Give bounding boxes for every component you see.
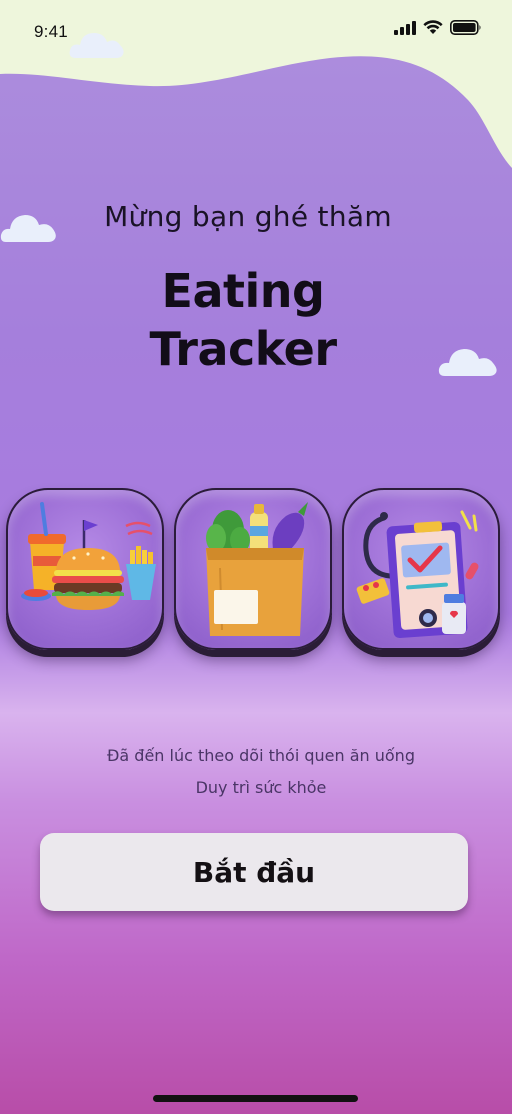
status-time: 9:41 (34, 22, 68, 41)
cloud-icon (69, 33, 124, 58)
app-title-line1: Eating (161, 264, 325, 318)
welcome-greeting: Mừng bạn ghé thăm (104, 200, 392, 233)
fast-food-tile (6, 488, 164, 650)
grocery-bag-tile (174, 488, 332, 650)
health-checkup-tile (342, 488, 500, 650)
home-indicator[interactable] (153, 1095, 358, 1102)
tagline-line2: Duy trì sức khỏe (195, 778, 327, 797)
battery-icon (450, 20, 481, 35)
wifi-icon (423, 20, 443, 34)
grocery-bag-icon (206, 502, 308, 636)
app-title-line2: Tracker (149, 322, 337, 376)
fast-food-icon (21, 502, 156, 610)
tagline-line1: Đã đến lúc theo dõi thói quen ăn uống (107, 746, 415, 765)
health-checkup-icon (356, 510, 479, 639)
feature-tiles (0, 488, 512, 668)
start-button[interactable]: Bắt đầu (40, 833, 468, 911)
tagline: Đã đến lúc theo dõi thói quen ăn uống Du… (0, 740, 512, 804)
app-title: Eating Tracker (0, 262, 486, 378)
cellular-signal-icon (394, 20, 416, 35)
status-icons (394, 20, 482, 35)
